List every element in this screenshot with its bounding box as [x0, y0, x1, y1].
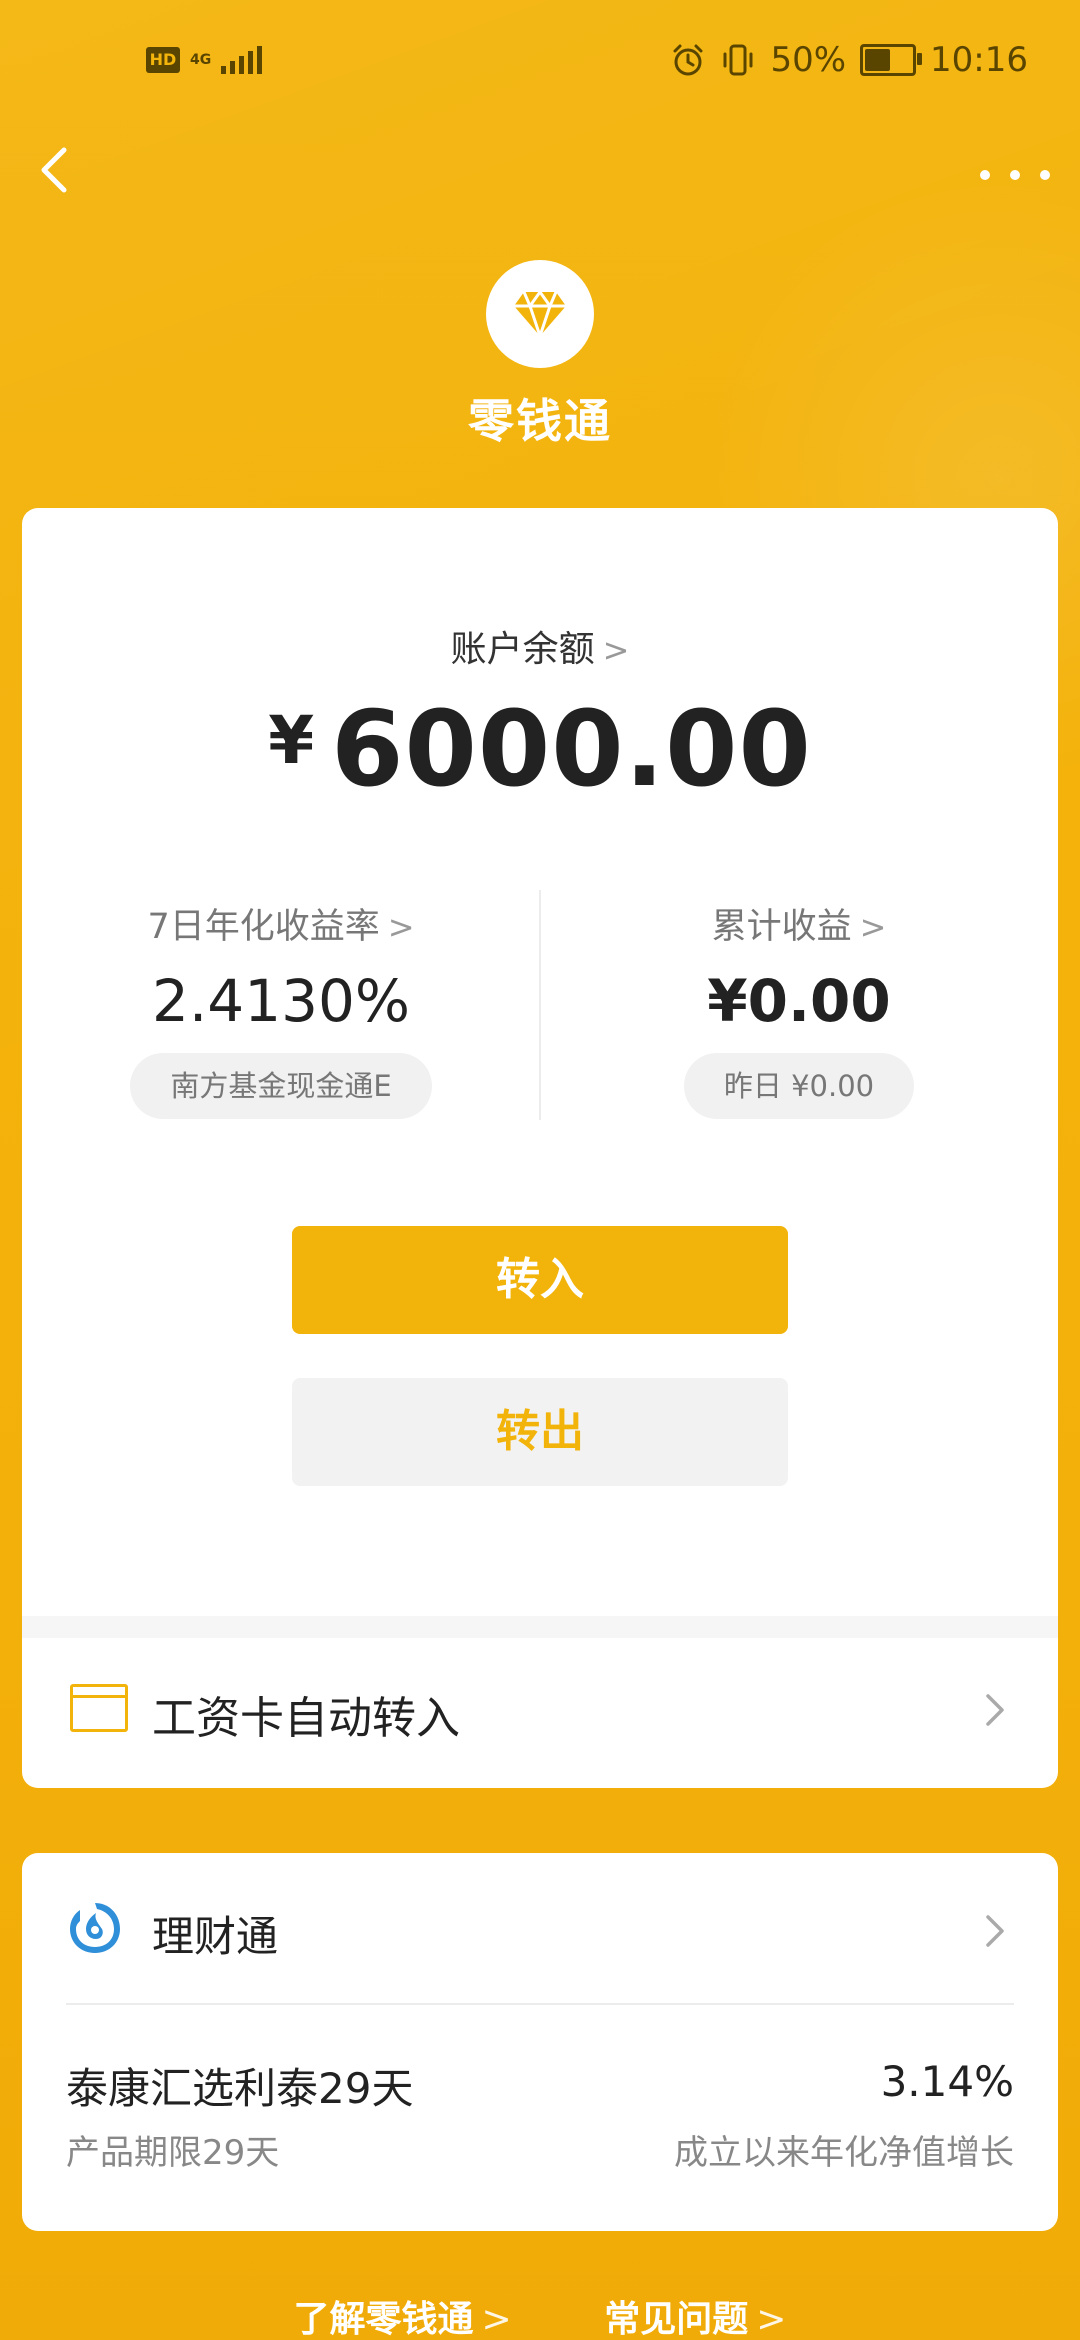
income-label-link[interactable]: 累计收益 >: [540, 898, 1058, 949]
alarm-icon: [673, 44, 703, 76]
salary-auto-transfer-label: 工资卡自动转入: [152, 1693, 460, 1744]
more-horizontal-icon: [980, 170, 990, 180]
salary-auto-transfer-row[interactable]: 工资卡自动转入: [22, 1638, 1058, 1788]
signal-icon: [221, 46, 263, 74]
balance-label-link[interactable]: 账户余额 >: [22, 620, 1058, 672]
chevron-left-icon: [41, 147, 67, 193]
chevron-right-icon: [986, 1694, 1004, 1726]
page-title: 零钱通: [468, 394, 612, 448]
balance-value: 6000.00: [331, 688, 812, 810]
fund-pill[interactable]: 南方基金现金通E: [130, 1053, 432, 1119]
back-button[interactable]: [30, 140, 80, 200]
income-label: 累计收益: [711, 907, 852, 947]
yesterday-income-pill: 昨日 ¥0.00: [683, 1053, 915, 1119]
rate-label: 7日年化收益率: [147, 907, 380, 947]
learn-more-label: 了解零钱通: [293, 2299, 474, 2340]
licaitong-header[interactable]: 理财通: [22, 1853, 1058, 2003]
currency-symbol: ¥: [268, 702, 316, 779]
diamond-icon: [514, 290, 566, 338]
fund-product-rate: 3.14%: [880, 2057, 1014, 2106]
fund-product-term: 产品期限29天: [66, 2133, 280, 2173]
licaitong-logo-icon: [70, 1903, 120, 1953]
status-bar: HD 4G 50% 10:16: [0, 30, 1080, 100]
network-type: 4G: [190, 52, 212, 68]
footer-links: 了解零钱通 > 常见问题 >: [0, 2290, 1080, 2340]
clock: 10:16: [930, 40, 1028, 80]
licaitong-card: 理财通 泰康汇选利泰29天 3.14% 产品期限29天 成立以来年化净值增长: [22, 1853, 1058, 2231]
header-logo: [486, 260, 594, 368]
status-left: HD 4G: [146, 46, 263, 74]
chevron-right-icon: >: [859, 908, 887, 946]
chevron-right-icon: >: [481, 2299, 512, 2340]
income-column: 累计收益 > ¥0.00 昨日 ¥0.00: [540, 880, 1058, 1119]
faq-link[interactable]: 常见问题 >: [604, 2290, 786, 2340]
chevron-right-icon: [986, 1915, 1004, 1947]
battery-fill: [865, 49, 891, 71]
battery-percent: 50%: [770, 40, 847, 80]
section-separator: [22, 1616, 1058, 1638]
stats-section: 7日年化收益率 > 2.4130% 南方基金现金通E 累计收益 > ¥0.00 昨日…: [22, 880, 1058, 1120]
rate-label-link[interactable]: 7日年化收益率 >: [22, 898, 540, 949]
hd-badge: HD: [146, 47, 180, 73]
status-right: 50% 10:16: [670, 40, 1028, 80]
licaitong-label: 理财通: [152, 1912, 279, 1961]
transfer-out-button[interactable]: 转出: [292, 1378, 788, 1486]
faq-label: 常见问题: [604, 2299, 749, 2340]
more-button[interactable]: [980, 150, 1050, 200]
balance-label: 账户余额: [450, 629, 595, 670]
chevron-right-icon: >: [602, 631, 630, 669]
balance-amount: ¥6000.00: [22, 688, 1058, 810]
balance-card: 账户余额 > ¥6000.00 7日年化收益率 > 2.4130% 南方基金现金通E…: [22, 508, 1058, 1788]
battery-icon: [860, 44, 923, 76]
card-icon: [70, 1684, 128, 1732]
chevron-right-icon: >: [387, 908, 415, 946]
rate-value: 2.4130%: [151, 967, 411, 1035]
learn-more-link[interactable]: 了解零钱通 >: [294, 2290, 512, 2340]
fund-product-item[interactable]: 泰康汇选利泰29天 3.14% 产品期限29天 成立以来年化净值增长: [22, 2005, 1058, 2231]
more-dot: [1010, 170, 1020, 180]
vibrate-icon: [723, 44, 753, 76]
more-dot: [1040, 170, 1050, 180]
transfer-in-button[interactable]: 转入: [292, 1226, 788, 1334]
fund-product-rate-desc: 成立以来年化净值增长: [674, 2133, 1014, 2173]
app-root: HD 4G 50% 10:16 零钱通 账户余额 > ¥ 6000.00 7日年…: [0, 0, 1080, 2340]
income-value: ¥0.00: [707, 967, 891, 1035]
fund-product-name: 泰康汇选利泰29天: [66, 2064, 414, 2113]
rate-column: 7日年化收益率 > 2.4130% 南方基金现金通E: [22, 880, 540, 1119]
chevron-right-icon: >: [756, 2299, 787, 2340]
